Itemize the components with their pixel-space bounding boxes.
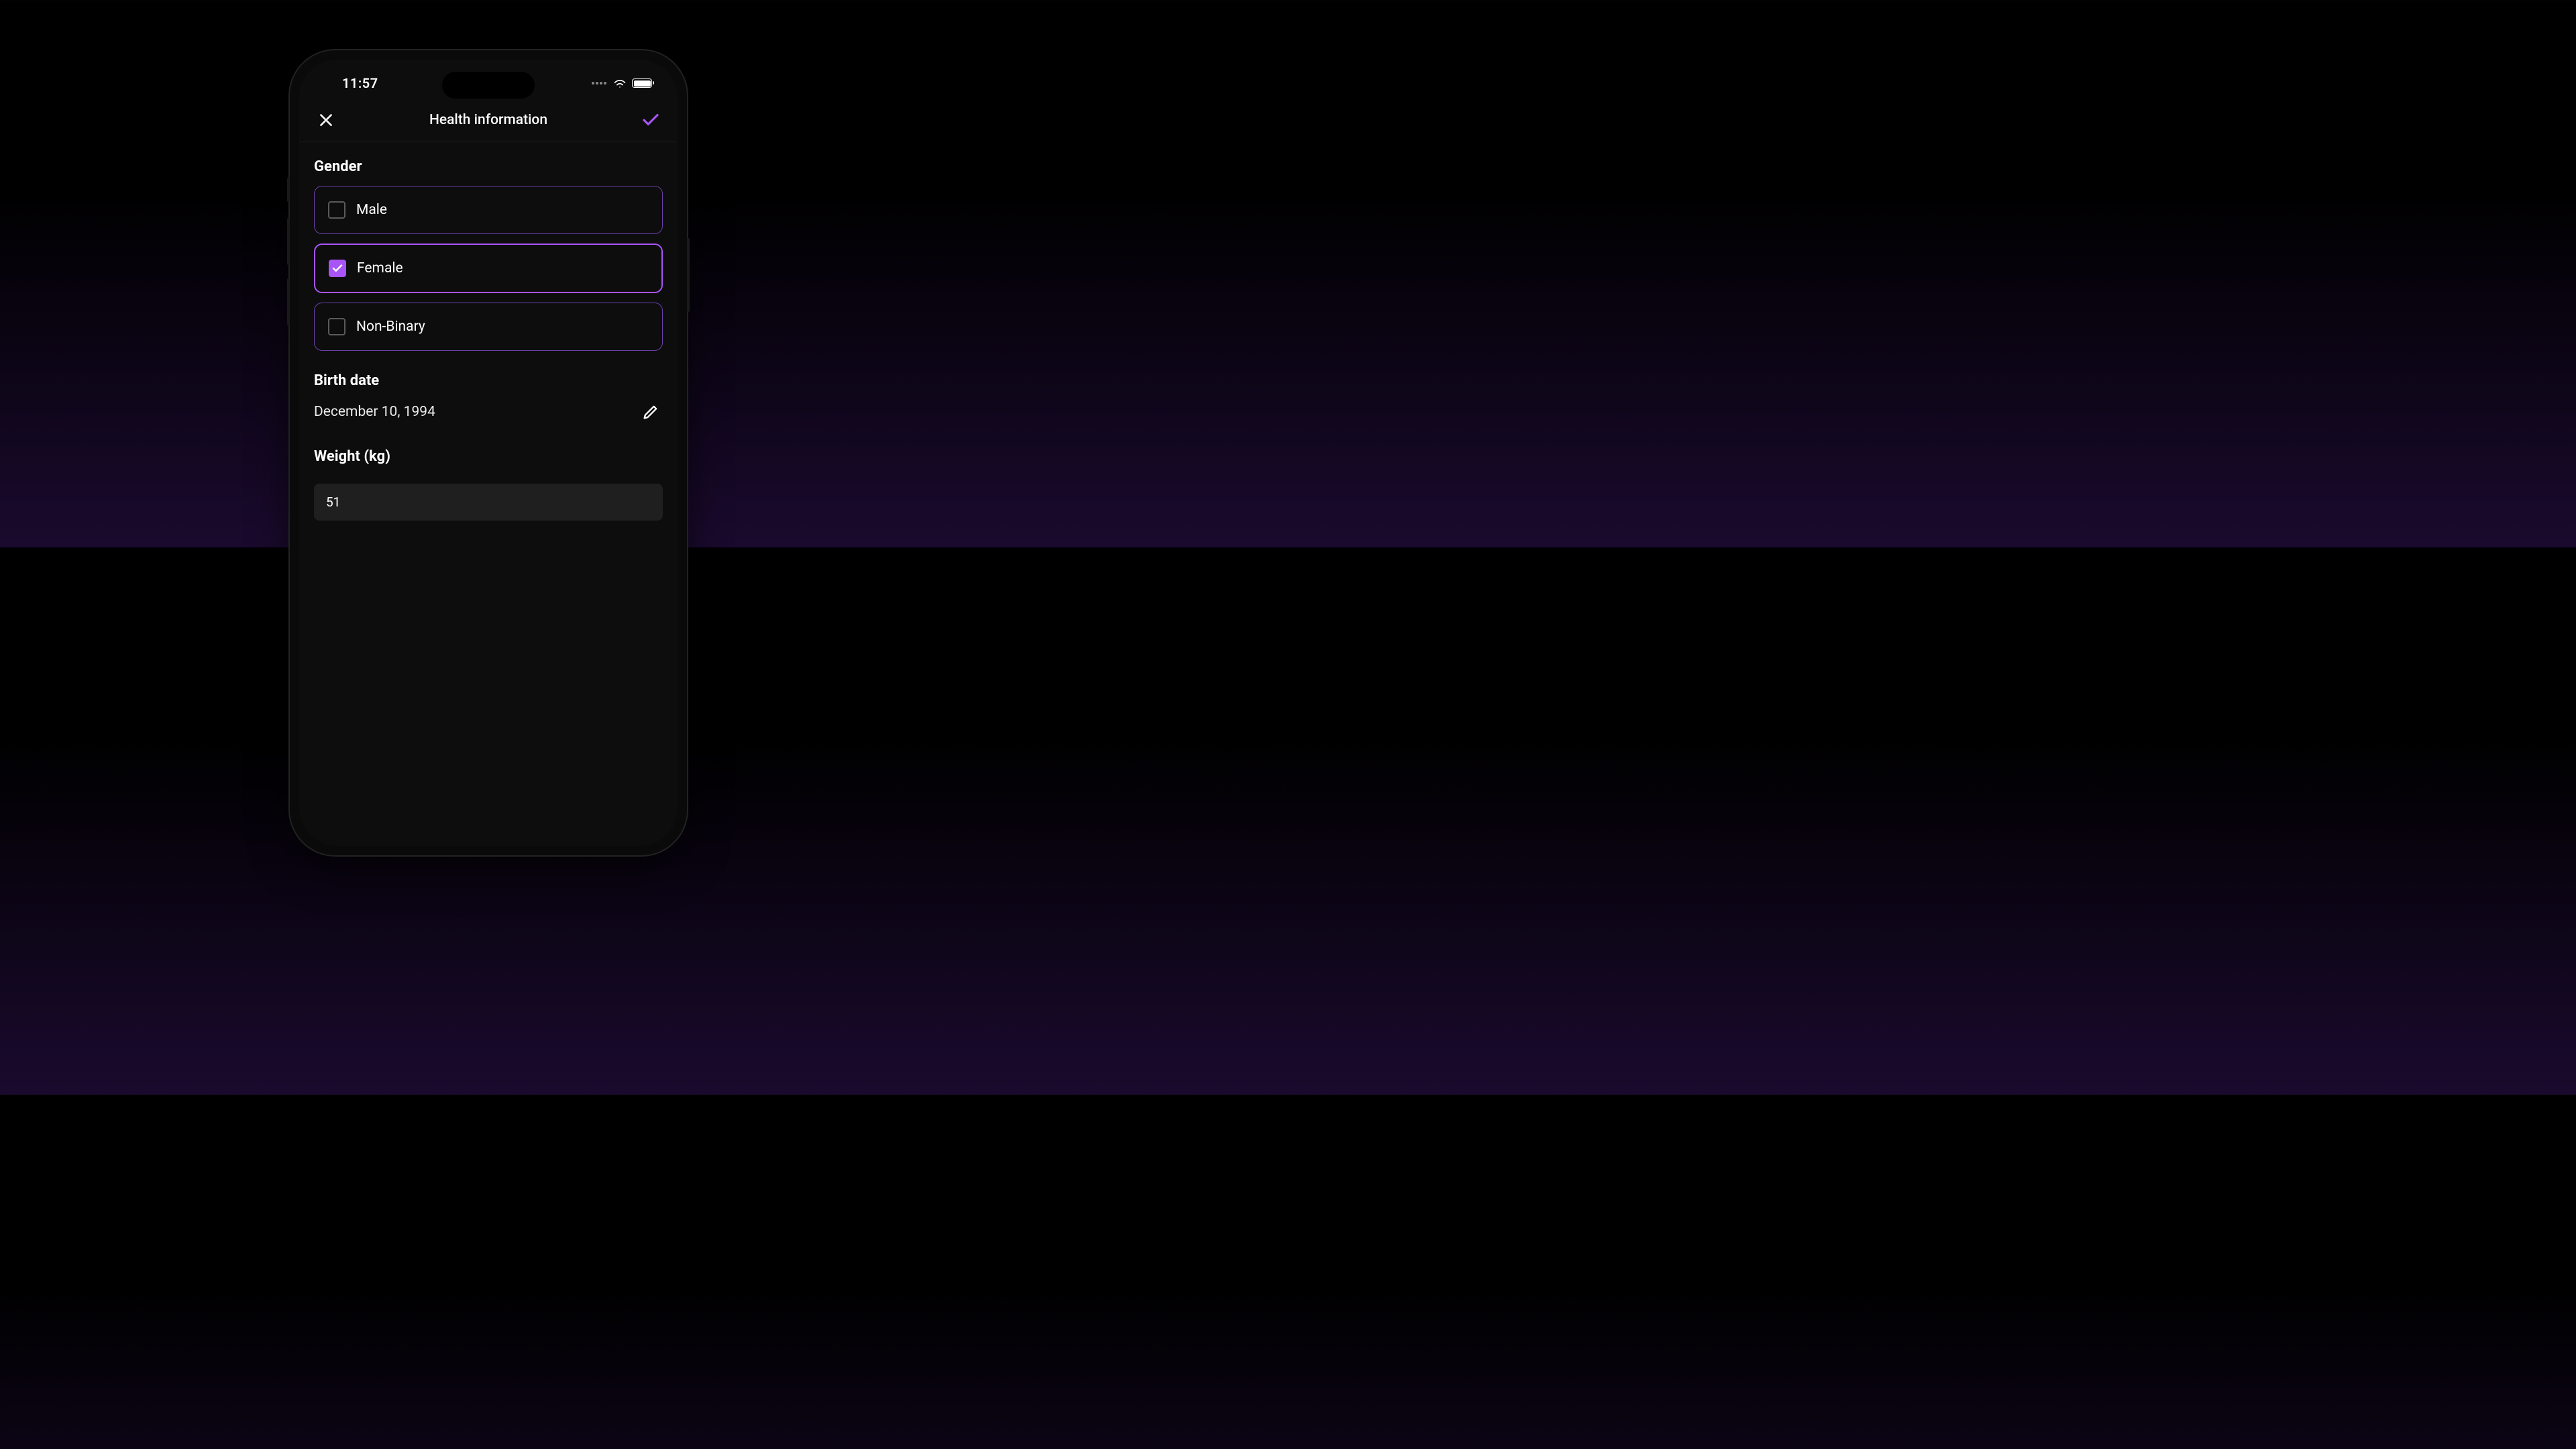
nav-bar: Health information xyxy=(299,99,678,142)
birthdate-section-label: Birth date xyxy=(314,372,663,389)
gender-option-male[interactable]: Male xyxy=(314,186,663,234)
check-icon xyxy=(641,110,661,130)
birthdate-value: December 10, 1994 xyxy=(314,404,435,420)
battery-icon xyxy=(632,78,652,88)
gender-option-nonbinary[interactable]: Non-Binary xyxy=(314,303,663,351)
weight-input[interactable] xyxy=(314,484,663,521)
phone-side-button xyxy=(287,178,290,202)
wifi-icon xyxy=(613,78,627,89)
edit-birthdate-button[interactable] xyxy=(639,400,663,424)
phone-volume-down-button xyxy=(287,278,290,325)
birthdate-section: Birth date December 10, 1994 xyxy=(314,372,663,424)
gender-section-label: Gender xyxy=(314,158,663,175)
check-icon xyxy=(331,262,343,274)
checkbox-checked-icon xyxy=(329,260,346,277)
weight-section: Weight (kg) xyxy=(314,448,663,521)
close-icon xyxy=(317,111,335,129)
phone-power-button xyxy=(687,238,690,312)
weight-section-label: Weight (kg) xyxy=(314,448,663,465)
gender-option-female[interactable]: Female xyxy=(314,244,663,293)
checkbox-unchecked-icon xyxy=(328,201,345,219)
page-title: Health information xyxy=(429,112,547,128)
status-time: 11:57 xyxy=(322,75,378,91)
gender-option-label: Non-Binary xyxy=(356,319,425,335)
checkbox-unchecked-icon xyxy=(328,318,345,335)
gender-option-label: Male xyxy=(356,202,387,218)
close-button[interactable] xyxy=(314,108,338,132)
phone-volume-up-button xyxy=(287,218,290,265)
confirm-button[interactable] xyxy=(639,108,663,132)
dynamic-island xyxy=(442,72,535,99)
birthdate-row: December 10, 1994 xyxy=(314,400,663,424)
pencil-icon xyxy=(641,402,660,421)
status-icons xyxy=(592,78,655,89)
gender-option-label: Female xyxy=(357,260,403,276)
cellular-icon xyxy=(592,82,606,85)
phone-frame: 11:57 Health info xyxy=(290,50,687,855)
content: Gender Male Female Non-Binary Birth date xyxy=(299,142,678,537)
screen: 11:57 Health info xyxy=(299,60,678,846)
